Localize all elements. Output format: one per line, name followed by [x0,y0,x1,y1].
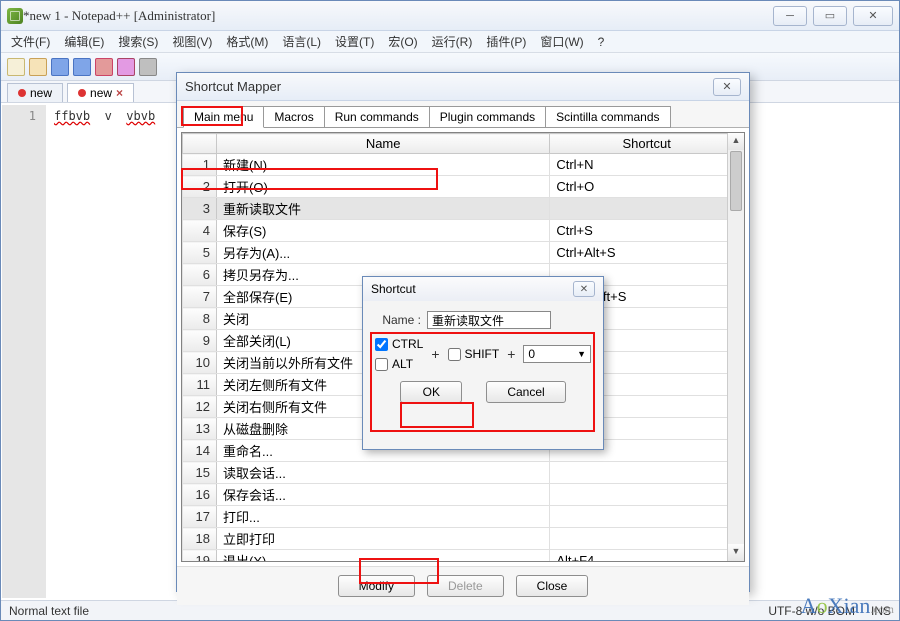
menu-item[interactable]: 宏(O) [382,31,423,52]
document-tab[interactable]: new× [67,83,134,102]
main-titlebar: *new 1 - Notepad++ [Administrator] ─ ▭ ✕ [1,1,899,31]
maximize-button[interactable]: ▭ [813,6,847,26]
line-number-gutter: 1 [2,105,46,598]
shortcut-mapper-tab[interactable]: Scintilla commands [546,106,670,128]
shortcut-mapper-close-icon[interactable]: ✕ [713,78,741,96]
save-all-icon[interactable] [73,58,91,76]
app-icon [7,8,23,24]
shortcut-edit-titlebar: Shortcut ✕ [363,277,603,301]
delete-button: Delete [427,575,504,597]
shortcut-edit-dialog: Shortcut ✕ Name : CTRL ALT + SHIFT + 0▼ … [362,276,604,450]
shortcut-row[interactable]: 17打印... [183,506,744,528]
menu-item[interactable]: 搜索(S) [112,31,164,52]
alt-checkbox[interactable] [375,358,388,371]
print-icon[interactable] [139,58,157,76]
col-name: Name [217,134,550,154]
menu-item[interactable]: 视图(V) [166,31,218,52]
shortcut-mapper-titlebar: Shortcut Mapper ✕ [177,73,749,101]
shortcut-mapper-buttons: Modify Delete Close [177,566,749,605]
menu-item[interactable]: 格式(M) [220,31,274,52]
menu-item[interactable]: 语言(L) [276,31,327,52]
document-tab[interactable]: new [7,83,63,102]
shortcut-row[interactable]: 5另存为(A)...Ctrl+Alt+S [183,242,744,264]
ok-button[interactable]: OK [400,381,462,403]
shortcut-row[interactable]: 16保存会话... [183,484,744,506]
ctrl-checkbox[interactable] [375,338,388,351]
watermark: AoXian.com [801,593,894,619]
cancel-button[interactable]: Cancel [486,381,565,403]
scroll-thumb[interactable] [730,151,742,211]
close-file-icon[interactable] [95,58,113,76]
tab-close-icon[interactable]: × [116,86,123,100]
window-title: *new 1 - Notepad++ [Administrator] [23,8,773,24]
shortcut-mapper-tab[interactable]: Run commands [325,106,430,128]
scroll-up-arrow[interactable]: ▲ [728,133,744,150]
shift-checkbox[interactable] [448,348,461,361]
shortcut-row[interactable]: 19退出(X)Alt+F4 [183,550,744,563]
menu-item[interactable]: 设置(T) [329,31,380,52]
modify-button[interactable]: Modify [338,575,415,597]
menu-item[interactable]: ? [592,33,611,51]
table-scrollbar[interactable]: ▲ ▼ [727,133,744,561]
name-label: Name : [375,313,421,327]
alt-checkbox-label[interactable]: ALT [375,357,423,371]
shortcut-row[interactable]: 15读取会话... [183,462,744,484]
shortcut-edit-close-icon[interactable]: ✕ [573,281,595,297]
key-dropdown[interactable]: 0▼ [523,345,591,363]
menu-bar: 文件(F)编辑(E)搜索(S)视图(V)格式(M)语言(L)设置(T)宏(O)运… [1,31,899,53]
dirty-indicator-icon [18,89,26,97]
new-file-icon[interactable] [7,58,25,76]
close-all-icon[interactable] [117,58,135,76]
plus-sign-2: + [507,346,515,362]
menu-item[interactable]: 窗口(W) [534,31,589,52]
minimize-button[interactable]: ─ [773,6,807,26]
save-icon[interactable] [51,58,69,76]
menu-item[interactable]: 编辑(E) [58,31,110,52]
col-index [183,134,217,154]
shortcut-row[interactable]: 4保存(S)Ctrl+S [183,220,744,242]
shortcut-row[interactable]: 1新建(N)Ctrl+N [183,154,744,176]
shortcut-mapper-tab[interactable]: Main menu [183,106,264,128]
close-button[interactable]: Close [516,575,589,597]
shortcut-mapper-tab[interactable]: Macros [264,106,324,128]
shortcut-name-input[interactable] [427,311,551,329]
scroll-down-arrow[interactable]: ▼ [728,544,744,561]
shortcut-row[interactable]: 18立即打印 [183,528,744,550]
shortcut-row[interactable]: 2打开(O)Ctrl+O [183,176,744,198]
open-file-icon[interactable] [29,58,47,76]
status-filetype: Normal text file [9,604,89,618]
ctrl-checkbox-label[interactable]: CTRL [375,337,423,351]
menu-item[interactable]: 插件(P) [480,31,532,52]
shift-checkbox-label[interactable]: SHIFT [448,347,500,361]
shortcut-mapper-tabs: Main menuMacrosRun commandsPlugin comman… [177,101,749,128]
shortcut-mapper-title: Shortcut Mapper [185,79,713,94]
col-shortcut: Shortcut [550,134,744,154]
menu-item[interactable]: 运行(R) [426,31,479,52]
shortcut-edit-title: Shortcut [371,282,573,296]
shortcut-row[interactable]: 3重新读取文件 [183,198,744,220]
chevron-down-icon: ▼ [577,349,586,359]
menu-item[interactable]: 文件(F) [5,31,56,52]
dirty-indicator-icon [78,89,86,97]
window-close-button[interactable]: ✕ [853,6,893,26]
plus-sign-1: + [431,346,439,362]
shortcut-mapper-tab[interactable]: Plugin commands [430,106,546,128]
